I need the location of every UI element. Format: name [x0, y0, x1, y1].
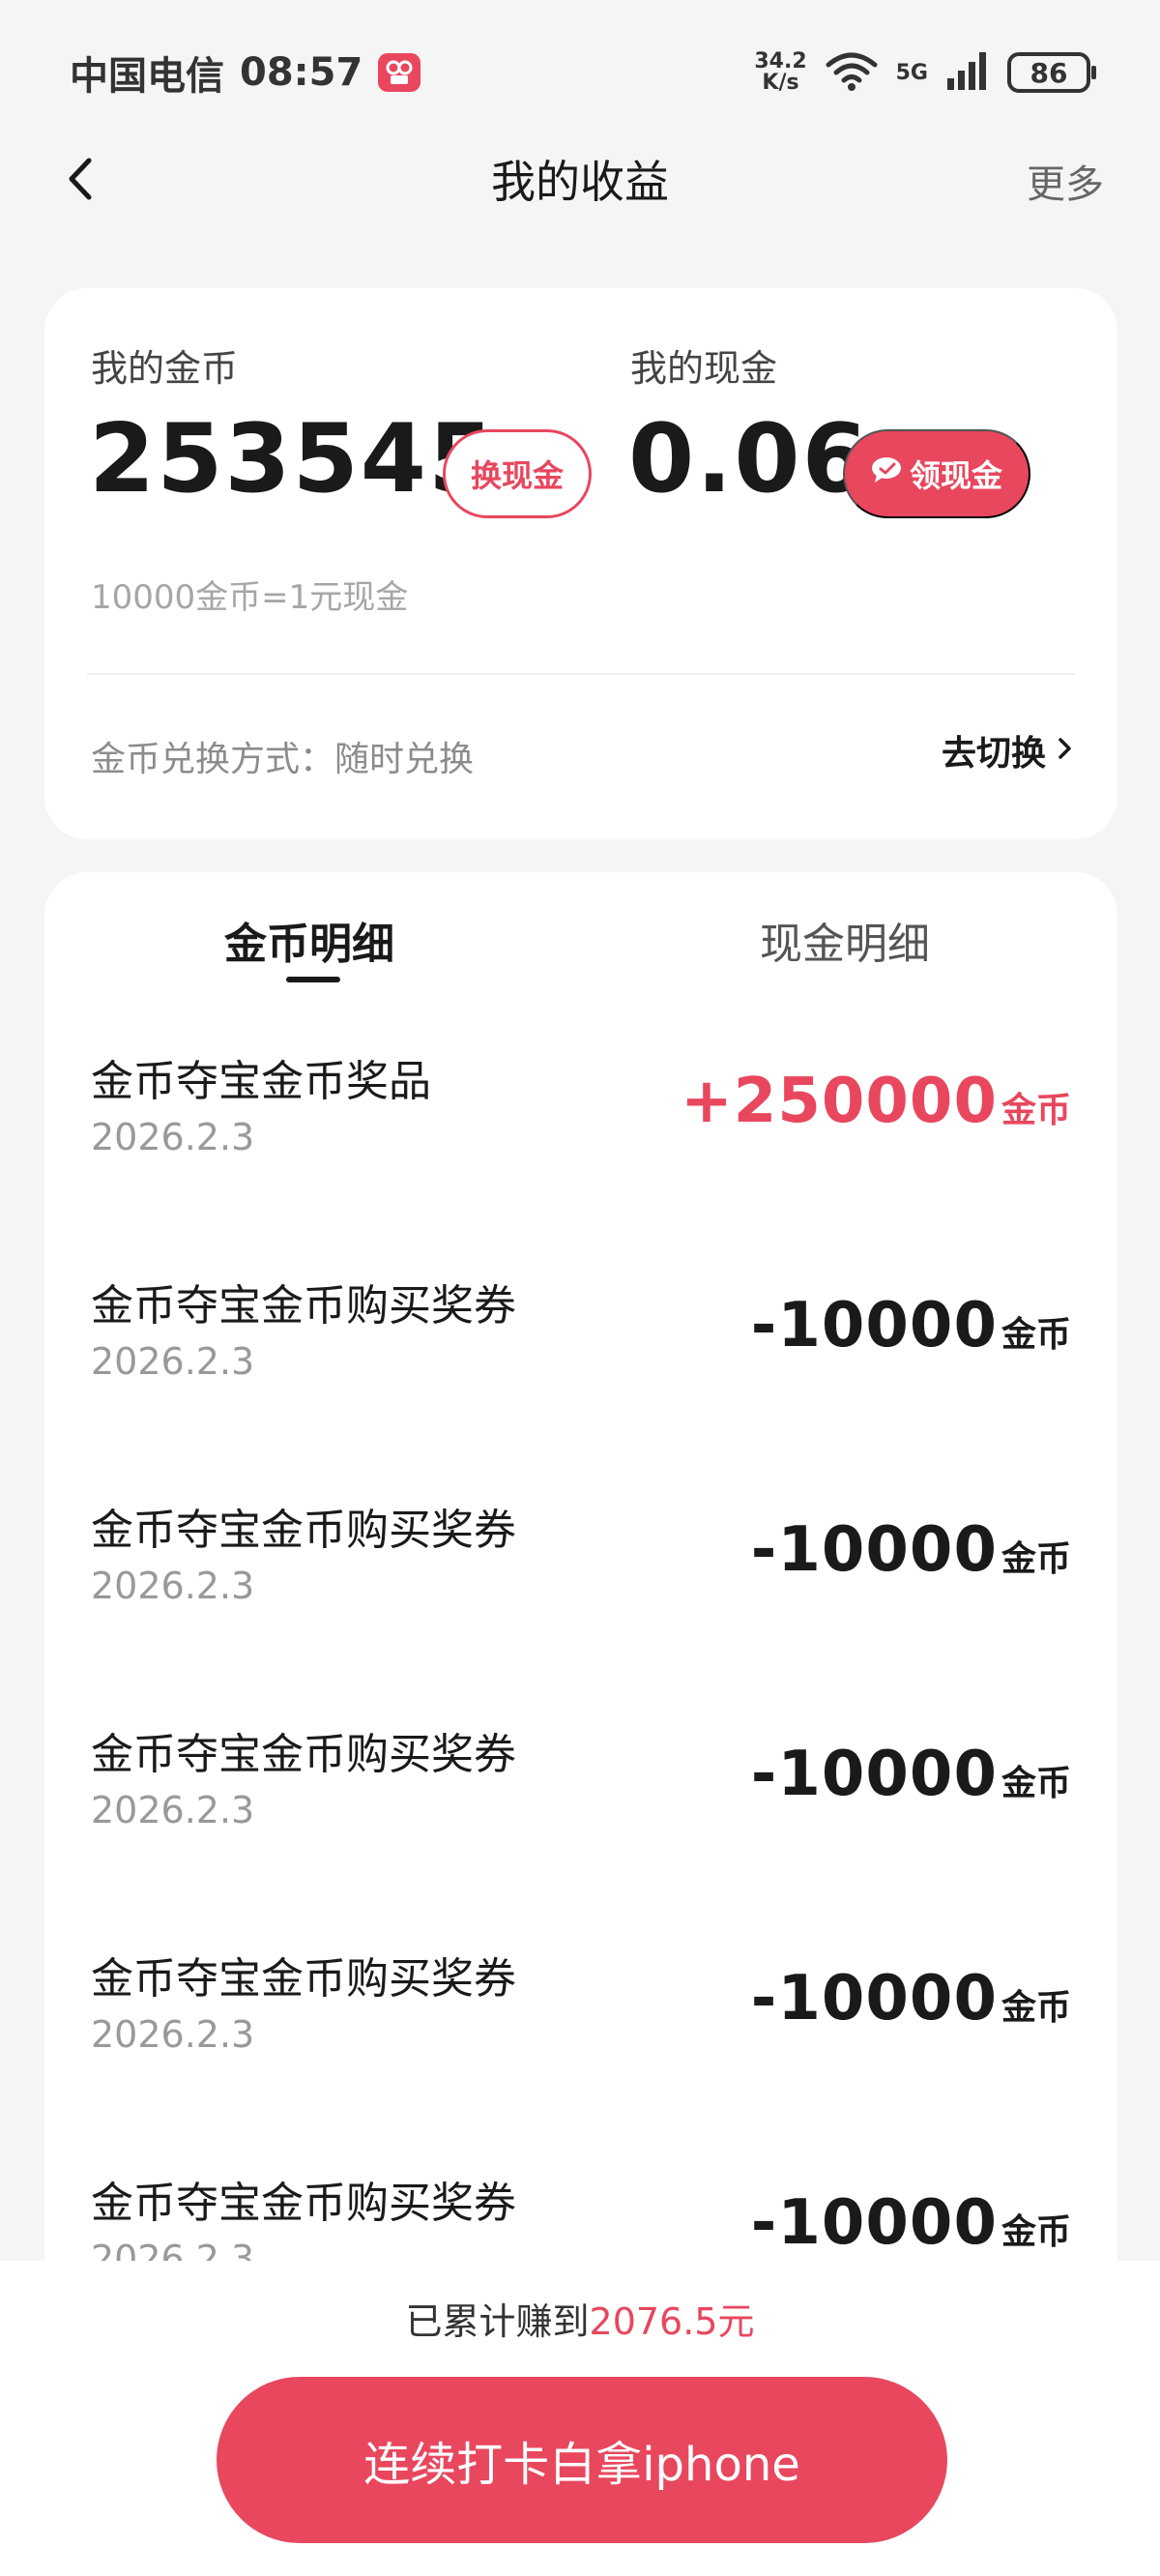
battery-level: 86	[1030, 56, 1068, 89]
battery-icon: 86	[1007, 52, 1096, 93]
list-item[interactable]: 金币夺宝金币购买奖券 2026.2.3 -10000 金币	[44, 1719, 1117, 1944]
record-date: 2026.2.3	[91, 1116, 255, 1158]
record-amount-unit: 金币	[1000, 1539, 1071, 1579]
accumulated-prefix: 已累计赚到	[405, 2300, 590, 2343]
record-amount: +250000 金币	[681, 1066, 1071, 1137]
exchange-method-text: 金币兑换方式：随时兑换	[91, 740, 475, 779]
switch-method-label: 去切换	[941, 734, 1046, 774]
more-button[interactable]: 更多	[1027, 153, 1104, 209]
record-amount-value: -10000	[750, 1514, 998, 1586]
exchange-cash-button[interactable]: 换现金	[443, 429, 592, 518]
record-amount-value: -10000	[750, 2187, 998, 2259]
app-notification-icon	[378, 53, 421, 92]
record-amount-unit: 金币	[1000, 1764, 1071, 1803]
record-amount-unit: 金币	[1000, 1315, 1071, 1355]
get-cash-label: 领现金	[909, 458, 1002, 493]
record-amount-value: -10000	[750, 1963, 998, 2034]
record-amount-value: -10000	[750, 1290, 998, 1361]
record-amount: -10000 金币	[751, 1290, 1071, 1361]
record-title: 金币夺宝金币购买奖券	[91, 1281, 516, 1331]
network-speed-value: 34.2	[754, 49, 807, 73]
record-amount-unit: 金币	[1000, 1988, 1071, 2028]
card-divider	[87, 673, 1075, 675]
record-amount-unit: 金币	[1000, 1091, 1071, 1130]
coin-balance: 253545	[89, 404, 497, 514]
list-item[interactable]: 金币夺宝金币购买奖券 2026.2.3 -10000 金币	[44, 1271, 1117, 1495]
clock-time: 08:57	[240, 50, 363, 95]
record-amount: -10000 金币	[751, 1739, 1071, 1810]
active-tab-indicator	[286, 977, 340, 982]
network-speed-unit: K/s	[762, 71, 799, 95]
back-arrow-icon[interactable]	[56, 153, 108, 205]
status-left: 中国电信 08:57	[70, 44, 421, 101]
wechat-icon	[871, 455, 904, 492]
accumulated-amount: 2076.5元	[589, 2300, 755, 2343]
checkin-iphone-button[interactable]: 连续打卡白拿iphone	[217, 2377, 947, 2543]
record-amount: -10000 金币	[751, 1963, 1071, 2034]
record-date: 2026.2.3	[91, 2013, 255, 2056]
nav-bar: 我的收益 更多	[0, 135, 1160, 222]
chevron-right-icon	[1056, 731, 1075, 771]
record-title: 金币夺宝金币购买奖券	[91, 1730, 516, 1779]
carrier-name: 中国电信	[70, 54, 224, 99]
earnings-page: 中国电信 08:57 34.2 K/s 5G 86 我的收益 更多 我的金币 我…	[0, 0, 1160, 2576]
status-right: 34.2 K/s 5G 86	[754, 49, 1096, 96]
record-date: 2026.2.3	[91, 1340, 255, 1383]
wifi-icon	[825, 49, 879, 96]
cash-label: 我的现金	[630, 347, 778, 390]
switch-method-link[interactable]: 去切换	[942, 725, 1075, 776]
record-title: 金币夺宝金币奖品	[91, 1057, 431, 1106]
network-speed: 34.2 K/s	[754, 51, 806, 94]
bottom-bar: 已累计赚到2076.5元 连续打卡白拿iphone	[0, 2261, 1160, 2576]
signal-icon	[945, 49, 990, 96]
cash-balance: 0.06	[628, 404, 870, 514]
coin-label: 我的金币	[91, 347, 239, 390]
record-title: 金币夺宝金币购买奖券	[91, 2179, 516, 2228]
list-item[interactable]: 金币夺宝金币购买奖券 2026.2.3 -10000 金币	[44, 1944, 1117, 2168]
record-title: 金币夺宝金币购买奖券	[91, 1506, 516, 1555]
earnings-card: 我的金币 我的现金 253545 换现金 0.06 领现金 10000金币=1元…	[44, 288, 1117, 839]
record-amount-unit: 金币	[1000, 2212, 1071, 2252]
record-amount: -10000 金币	[751, 1514, 1071, 1586]
record-date: 2026.2.3	[91, 1789, 255, 1831]
list-item[interactable]: 金币夺宝金币购买奖券 2026.2.3 -10000 金币	[44, 1495, 1117, 1719]
record-date: 2026.2.3	[91, 1565, 255, 1607]
status-bar: 中国电信 08:57 34.2 K/s 5G 86	[0, 0, 1160, 145]
record-amount-value: -10000	[750, 1739, 998, 1810]
get-cash-button[interactable]: 领现金	[843, 429, 1030, 518]
record-amount: -10000 金币	[751, 2187, 1071, 2259]
network-type: 5G	[895, 60, 928, 85]
list-item[interactable]: 金币夺宝金币奖品 2026.2.3 +250000 金币	[44, 1046, 1117, 1271]
record-title: 金币夺宝金币购买奖券	[91, 1954, 516, 2004]
exchange-rate-text: 10000金币=1元现金	[91, 578, 409, 617]
page-title: 我的收益	[491, 156, 669, 208]
tab-cash-details[interactable]: 现金明细	[760, 909, 930, 971]
tab-coin-details[interactable]: 金币明细	[224, 909, 394, 971]
accumulated-earnings: 已累计赚到2076.5元	[0, 2292, 1160, 2345]
record-amount-value: +250000	[681, 1066, 998, 1137]
